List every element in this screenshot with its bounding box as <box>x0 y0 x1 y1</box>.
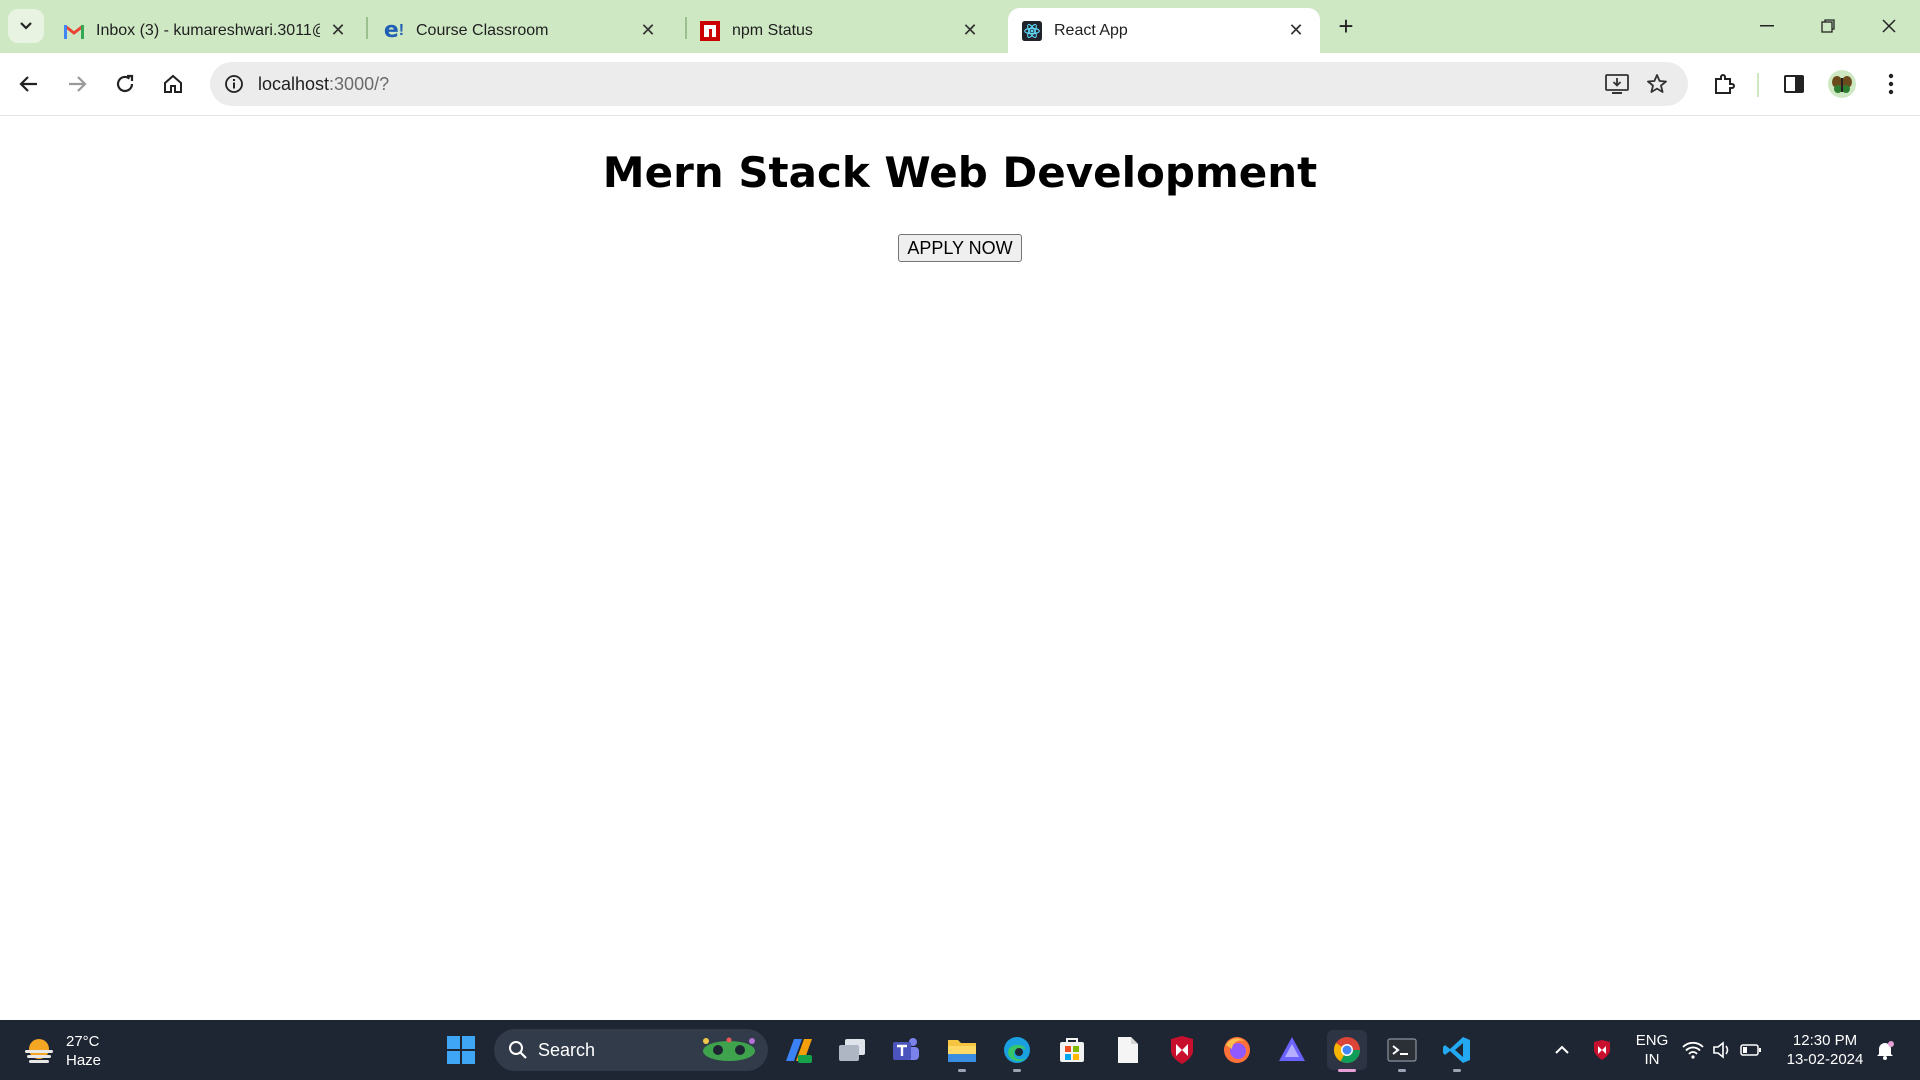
taskbar: 27°C Haze Search ENG IN 12:30 PM 13-02-2… <box>0 1020 1920 1080</box>
tab-npm-status[interactable]: npm Status ✕ <box>686 8 994 53</box>
language-line1: ENG <box>1635 1032 1669 1049</box>
battery-icon <box>1740 1044 1761 1056</box>
chrome-icon[interactable] <box>1327 1030 1367 1072</box>
chevron-down-icon <box>20 22 32 30</box>
tab-title: Course Classroom <box>416 21 549 39</box>
apply-now-button[interactable]: APPLY NOW <box>898 234 1022 262</box>
notification-bell-icon[interactable] <box>1870 1030 1900 1070</box>
mcafee-icon[interactable] <box>1162 1030 1202 1070</box>
address-path: :3000/? <box>329 74 390 94</box>
browser-toolbar: localhost:3000/? <box>0 53 1920 116</box>
reload-icon <box>116 74 134 93</box>
tab-title: React App <box>1054 21 1128 39</box>
haze-sun-icon <box>25 1039 53 1063</box>
tab-title: npm Status <box>732 21 813 39</box>
reload-button[interactable] <box>106 65 144 103</box>
tab-title: Inbox (3) - kumareshwari.3011@gm <box>96 21 320 39</box>
tab-search-button[interactable] <box>8 9 44 43</box>
wifi-icon <box>1682 1041 1704 1059</box>
chevron-up-icon <box>1555 1045 1569 1054</box>
weather-widget[interactable]: 27°C Haze <box>22 1032 101 1070</box>
notepad-file-icon[interactable] <box>1108 1030 1148 1070</box>
site-info-icon[interactable] <box>222 72 246 96</box>
windows-icon <box>447 1036 475 1064</box>
running-indicator <box>1013 1069 1021 1072</box>
vscode-icon[interactable] <box>1437 1030 1477 1072</box>
running-indicator <box>1398 1069 1406 1072</box>
tab-separator <box>366 17 368 39</box>
close-icon[interactable]: ✕ <box>960 20 980 41</box>
forward-button[interactable] <box>58 65 96 103</box>
minimize-button[interactable] <box>1747 10 1787 42</box>
running-indicator <box>958 1069 966 1072</box>
back-button[interactable] <box>10 65 48 103</box>
react-icon <box>1022 20 1042 41</box>
clock-time: 12:30 PM <box>1792 1032 1858 1049</box>
copilot-app-icon[interactable] <box>778 1030 818 1070</box>
npm-icon <box>700 20 720 41</box>
home-button[interactable] <box>154 65 192 103</box>
puzzle-icon <box>1715 74 1735 94</box>
avatar-icon <box>1828 70 1856 98</box>
search-label: Search <box>538 1040 596 1060</box>
volume-icon <box>1713 1041 1729 1059</box>
weather-condition: Haze <box>66 1052 102 1069</box>
address-host: localhost <box>258 74 330 94</box>
e-icon: e! <box>383 17 405 43</box>
language-line2: IN <box>1644 1051 1660 1068</box>
menu-button[interactable] <box>1872 65 1910 103</box>
running-indicator <box>1453 1069 1461 1072</box>
home-icon <box>164 74 182 93</box>
app-triangle-icon[interactable] <box>1272 1030 1312 1070</box>
terminal-icon[interactable] <box>1382 1030 1422 1072</box>
new-tab-button[interactable]: + <box>1332 11 1360 41</box>
forward-arrow-icon <box>69 76 87 92</box>
tab-strip: Inbox (3) - kumareshwari.3011@gm ✕ e! Co… <box>0 0 1920 53</box>
restore-button[interactable] <box>1808 10 1848 42</box>
close-window-button[interactable] <box>1869 10 1909 42</box>
show-hidden-icons-button[interactable] <box>1542 1030 1582 1070</box>
search-icon <box>509 1041 527 1059</box>
bookmark-star-icon[interactable] <box>1644 71 1670 97</box>
microsoft-store-icon[interactable] <box>1052 1030 1092 1070</box>
gmail-icon <box>64 21 84 41</box>
toolbar-divider <box>1757 73 1759 97</box>
system-tray-status[interactable] <box>1676 1030 1768 1070</box>
install-app-icon[interactable] <box>1604 71 1630 97</box>
start-button[interactable] <box>441 1030 481 1070</box>
address-url[interactable]: localhost:3000/? <box>258 74 389 95</box>
profile-avatar[interactable] <box>1823 65 1861 103</box>
page-heading: Mern Stack Web Development <box>602 148 1318 197</box>
kebab-menu-icon <box>1888 73 1894 95</box>
tab-gmail[interactable]: Inbox (3) - kumareshwari.3011@gm ✕ <box>50 8 362 53</box>
mcafee-tray-icon[interactable] <box>1582 1030 1622 1070</box>
side-panel-icon <box>1784 75 1804 93</box>
active-indicator <box>1338 1069 1356 1072</box>
close-icon[interactable]: ✕ <box>328 20 348 41</box>
weather-temp: 27°C <box>66 1033 100 1050</box>
task-view-icon[interactable] <box>832 1030 872 1070</box>
language-indicator[interactable]: ENG IN <box>1632 1031 1672 1069</box>
carnival-mask-icon <box>703 1037 755 1061</box>
page-content: Mern Stack Web Development APPLY NOW <box>0 116 1920 1020</box>
taskbar-search[interactable]: Search <box>494 1029 768 1071</box>
file-explorer-icon[interactable] <box>942 1030 982 1072</box>
edge-icon[interactable] <box>997 1030 1037 1072</box>
side-panel-button[interactable] <box>1775 65 1813 103</box>
address-bar[interactable]: localhost:3000/? <box>210 62 1688 106</box>
extensions-button[interactable] <box>1705 65 1743 103</box>
clock[interactable]: 12:30 PM 13-02-2024 <box>1778 1031 1872 1069</box>
clock-date: 13-02-2024 <box>1786 1051 1864 1068</box>
close-icon[interactable]: ✕ <box>638 20 658 41</box>
tab-react-app[interactable]: React App ✕ <box>1008 8 1320 53</box>
firefox-icon[interactable] <box>1217 1030 1257 1070</box>
teams-icon[interactable] <box>886 1030 926 1070</box>
back-arrow-icon <box>19 76 37 92</box>
close-icon[interactable]: ✕ <box>1286 20 1306 41</box>
tab-course-classroom[interactable]: e! Course Classroom ✕ <box>370 8 672 53</box>
